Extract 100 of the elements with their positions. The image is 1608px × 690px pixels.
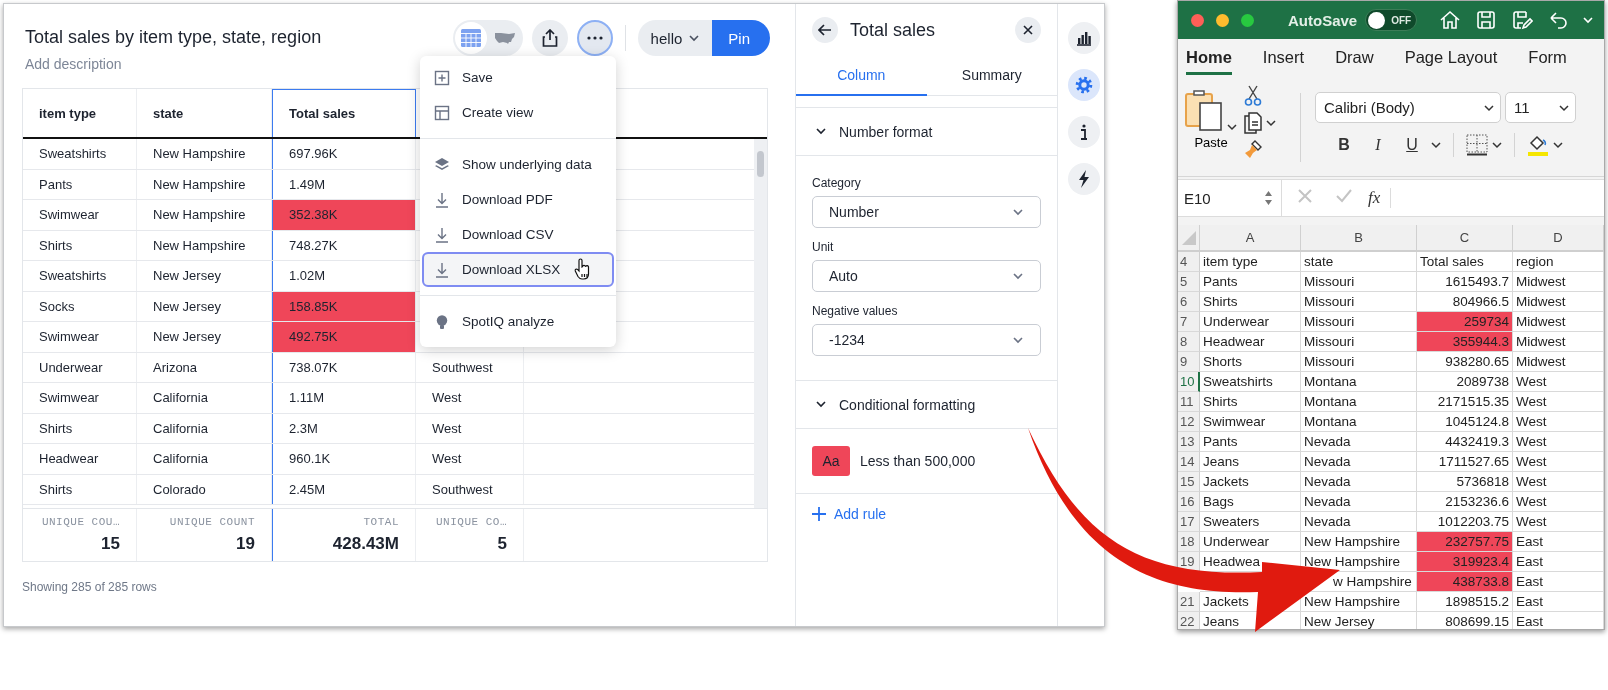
fill-color-button[interactable] [1527,134,1563,156]
column-heading[interactable]: D [1513,225,1604,252]
spreadsheet-cell[interactable]: Jackets [1200,472,1301,492]
spreadsheet-cell[interactable]: 1898515.2 [1417,592,1513,612]
name-box[interactable]: E10 [1178,180,1282,216]
spreadsheet-cell[interactable]: Pants [1200,272,1301,292]
scrollbar[interactable] [754,139,767,508]
side-rail-button[interactable] [1068,22,1100,54]
font-size-dropdown[interactable]: 11 [1505,92,1576,123]
spreadsheet-cell[interactable]: w Hampshire [1333,574,1412,589]
ribbon-tab[interactable]: Form [1528,43,1567,75]
spreadsheet-cell[interactable]: state [1301,252,1417,272]
spreadsheet-cell[interactable]: West [1513,392,1604,412]
spreadsheet-cell[interactable]: Shirts [1200,292,1301,312]
ribbon-tab[interactable]: Insert [1262,43,1305,75]
section-header[interactable]: Conditional formatting [796,381,1057,429]
spreadsheet-cell[interactable]: Nevada [1301,432,1417,452]
dropdown[interactable]: Auto [812,260,1041,292]
format-painter-button[interactable] [1244,139,1264,159]
spreadsheet-cell[interactable]: 938280.65 [1417,352,1513,372]
spreadsheet-cell[interactable]: Sweatshirts [1200,372,1301,392]
panel-tab[interactable]: Summary [926,56,1057,96]
spreadsheet-cell[interactable]: Montana [1301,372,1417,392]
row-heading[interactable]: 13 [1178,432,1200,452]
add-rule-button[interactable]: Add rule [812,506,887,522]
row-heading[interactable]: 21 [1178,592,1200,612]
spreadsheet-cell[interactable]: 2153236.6 [1417,492,1513,512]
row-heading[interactable]: 15 [1178,472,1200,492]
spreadsheet-cell[interactable]: 1045124.8 [1417,412,1513,432]
spreadsheet-cell[interactable]: Shirts [1200,392,1301,412]
spreadsheet-cell[interactable]: 1711527.65 [1417,452,1513,472]
row-heading[interactable]: 6 [1178,292,1200,312]
pin-button[interactable]: Pin [712,20,770,56]
spreadsheet-cell[interactable]: Midwest [1513,332,1604,352]
spreadsheet-cell[interactable]: item type [1200,252,1301,272]
menu-item[interactable]: Create view [420,95,616,130]
back-button[interactable] [812,17,838,43]
menu-item[interactable]: Show underlying data [420,147,616,182]
share-button[interactable] [531,20,568,56]
view-switch[interactable] [452,20,523,56]
spreadsheet-cell[interactable]: region [1513,252,1604,272]
menu-item[interactable]: Save [420,60,616,95]
menu-item[interactable]: Download XLSX [422,252,614,287]
spreadsheet-cell[interactable]: West [1513,412,1604,432]
dropdown[interactable]: -1234 [812,324,1041,356]
spreadsheet-cell[interactable]: 2171515.35 [1417,392,1513,412]
spreadsheet-cell[interactable]: Shorts [1200,352,1301,372]
row-heading[interactable]: 5 [1178,272,1200,292]
spreadsheet-cell[interactable]: 2089738 [1417,372,1513,392]
row-heading[interactable]: 18 [1178,532,1200,552]
menu-item[interactable]: Download PDF [420,182,616,217]
column-header[interactable]: state [137,89,272,137]
insert-function-button[interactable]: fx [1368,188,1392,208]
spreadsheet-cell[interactable]: 259734 [1417,312,1513,332]
spreadsheet-cell[interactable]: Underwear [1200,312,1301,332]
spreadsheet-cell[interactable]: Sweaters [1200,512,1301,532]
menu-item[interactable]: Download CSV [420,217,616,252]
spreadsheet-cell[interactable]: Midwest [1513,272,1604,292]
column-header[interactable]: item type [23,89,137,137]
ribbon-tab[interactable]: Home [1186,43,1232,75]
spreadsheet-cell[interactable]: 232757.75 [1417,532,1513,552]
cut-button[interactable] [1244,85,1262,107]
description-placeholder[interactable]: Add description [25,55,322,73]
spreadsheet-cell[interactable]: West [1513,372,1604,392]
spreadsheet-cell[interactable]: Midwest [1513,312,1604,332]
format-button[interactable]: U [1397,132,1427,158]
spreadsheet-cell[interactable]: East [1513,552,1604,572]
row-heading[interactable]: 17 [1178,512,1200,532]
column-heading[interactable]: C [1417,225,1513,252]
spreadsheet-cell[interactable]: 319923.4 [1417,552,1513,572]
spreadsheet-cell[interactable]: Montana [1301,412,1417,432]
section-header[interactable]: Number format [796,108,1057,156]
spreadsheet-cell[interactable]: East [1513,572,1604,592]
row-heading[interactable]: 9 [1178,352,1200,372]
spreadsheet-cell[interactable]: Nevada [1301,452,1417,472]
spreadsheet-cell[interactable]: East [1513,532,1604,552]
spreadsheet-cell[interactable]: Bags [1200,492,1301,512]
spreadsheet-cell[interactable]: Midwest [1513,352,1604,372]
row-heading[interactable]: 8 [1178,332,1200,352]
spreadsheet-cell[interactable]: West [1513,432,1604,452]
row-heading[interactable]: 16 [1178,492,1200,512]
spreadsheet-cell[interactable]: West [1513,492,1604,512]
spreadsheet-cell[interactable]: Jeans [1200,452,1301,472]
spreadsheet-cell[interactable]: Midwest [1513,292,1604,312]
liveboard-dropdown[interactable]: hello [637,20,713,56]
side-rail-button[interactable] [1068,163,1100,195]
row-heading[interactable]: 10 [1178,372,1200,392]
row-heading[interactable]: 22 [1178,612,1200,629]
spreadsheet-cell[interactable]: Missouri [1301,352,1417,372]
column-header[interactable]: Total sales [272,89,416,137]
ribbon-tab[interactable]: Draw [1335,43,1374,75]
close-button[interactable] [1015,17,1041,43]
spreadsheet-cell[interactable]: Nevada [1301,492,1417,512]
column-heading[interactable]: B [1301,225,1417,252]
menu-item[interactable]: SpotIQ analyze [420,304,616,339]
dropdown[interactable]: Number [812,196,1041,228]
row-heading[interactable]: 7 [1178,312,1200,332]
spreadsheet-cell[interactable]: 1615493.7 [1417,272,1513,292]
ribbon-tab[interactable]: Page Layout [1404,43,1498,75]
column-heading[interactable]: A [1200,225,1301,252]
